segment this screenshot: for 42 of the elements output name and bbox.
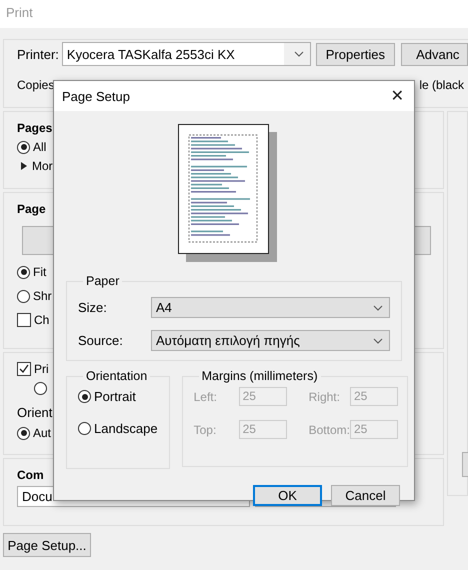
- close-icon[interactable]: ✕: [390, 86, 404, 106]
- print-checkbox[interactable]: Pri: [17, 362, 49, 376]
- comments-heading: Com: [17, 468, 44, 482]
- orientation-radio[interactable]: Aut: [17, 426, 52, 440]
- window-title: Print: [6, 5, 33, 20]
- printer-button[interactable]: Advanc: [401, 42, 468, 66]
- color-option-text: le (black: [419, 78, 464, 92]
- expand-triangle-icon[interactable]: [21, 162, 27, 170]
- margin-label: Right:: [308, 390, 341, 404]
- paper-legend: Paper: [83, 274, 122, 288]
- chevron-down-icon: [373, 304, 383, 310]
- copies-label: Copies: [17, 78, 54, 92]
- printer-label: Printer:: [17, 46, 59, 62]
- radio-button[interactable]: [34, 382, 47, 395]
- dialog-button[interactable]: OK: [253, 485, 322, 506]
- printer-button[interactable]: Properties: [316, 42, 396, 66]
- pages-heading: Pages: [17, 121, 52, 135]
- orientation-radio[interactable]: Portrait: [78, 389, 158, 404]
- dialog-title: Page Setup: [62, 88, 130, 104]
- sizing-radio[interactable]: Shr: [17, 289, 52, 303]
- choose-checkbox[interactable]: Ch: [17, 313, 50, 327]
- page-sizing-heading: Page: [17, 202, 46, 216]
- margin-label: Top:: [194, 422, 218, 436]
- size-label: Size:: [78, 300, 108, 315]
- source-label: Source:: [78, 333, 124, 348]
- size-dropdown[interactable]: A4: [151, 297, 390, 318]
- margin-label: Bottom:: [308, 422, 350, 436]
- orientation-legend: Orientation: [83, 369, 150, 383]
- pages-radio[interactable]: All: [17, 140, 46, 154]
- checkmark-icon: [18, 363, 30, 375]
- chevron-down-icon: [294, 51, 304, 57]
- margin-label: Left:: [194, 390, 218, 404]
- orientation-label: Orient: [17, 405, 52, 420]
- source-dropdown[interactable]: Αυτόματη επιλογή πηγής: [151, 330, 390, 351]
- margins-legend: Margins (millimeters): [198, 369, 321, 383]
- page-setup-button[interactable]: Page Setup...: [3, 533, 91, 557]
- chevron-down-icon: [373, 338, 383, 344]
- sizing-radio[interactable]: Fit: [17, 265, 46, 279]
- printer-dropdown[interactable]: Kyocera TASKalfa 2553ci KX: [62, 42, 311, 66]
- dialog-button[interactable]: Cancel: [331, 485, 400, 506]
- orientation-radio[interactable]: Landscape: [78, 421, 158, 436]
- more-options-text[interactable]: Mor: [32, 159, 53, 173]
